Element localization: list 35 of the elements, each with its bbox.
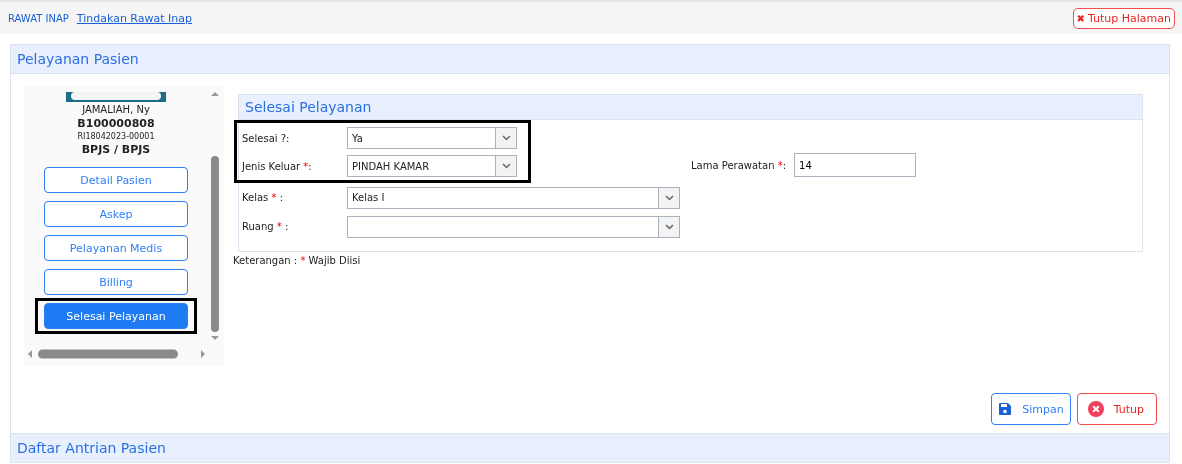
dropdown-field[interactable]: PINDAH KAMAR xyxy=(347,155,517,177)
field-label: Jenis Keluar *: xyxy=(242,160,313,172)
duration-input[interactable]: 14 xyxy=(794,153,917,177)
menu-button[interactable]: Askep xyxy=(44,201,188,227)
panel-header: Pelayanan Pasien xyxy=(11,45,1169,74)
dropdown-field[interactable] xyxy=(347,215,680,238)
dropdown-field[interactable]: Kelas I xyxy=(347,186,680,209)
menu-button[interactable]: Pelayanan Medis xyxy=(44,235,188,261)
chevron-down-icon xyxy=(501,135,511,141)
field-label: Ruang * : xyxy=(242,221,290,232)
save-button[interactable]: Simpan xyxy=(991,393,1071,425)
panel-header: Daftar Antrian Pasien xyxy=(11,433,1169,462)
field-label: Lama Perawatan *: xyxy=(691,159,787,171)
photo-frame-icon xyxy=(66,92,166,102)
dropdown-field[interactable]: Ya xyxy=(347,127,517,149)
horizontal-scrollbar[interactable] xyxy=(26,348,208,360)
patient-name: JAMALIAH, Ny xyxy=(82,104,150,115)
menu-button[interactable]: Selesai Pelayanan xyxy=(44,303,188,329)
record-number: B100000808 xyxy=(77,117,155,130)
field-label: Kelas * : xyxy=(242,192,285,203)
chevron-down-icon xyxy=(664,194,674,201)
breadcrumb-link[interactable]: Tindakan Rawat Inap xyxy=(76,11,192,25)
close-button[interactable]: Tutup xyxy=(1076,393,1157,425)
menu-button[interactable]: Detail Pasien xyxy=(44,167,188,193)
visit-number: RI18042023-00001 xyxy=(77,132,155,141)
chevron-down-icon xyxy=(501,163,511,169)
breadcrumb-section: RAWAT INAP xyxy=(8,12,69,24)
form-header: Selesai Pelayanan xyxy=(239,95,1142,120)
required-note: Keterangan : * Wajib Diisi xyxy=(233,255,362,266)
chevron-down-icon xyxy=(664,223,674,230)
close-page-button[interactable]: ✖ Tutup Halaman xyxy=(1072,7,1175,29)
menu-button[interactable]: Billing xyxy=(44,269,188,295)
close-circle-icon xyxy=(1087,401,1104,417)
payer-type: BPJS / BPJS xyxy=(81,143,151,156)
field-label: Selesai ?: xyxy=(242,132,291,144)
